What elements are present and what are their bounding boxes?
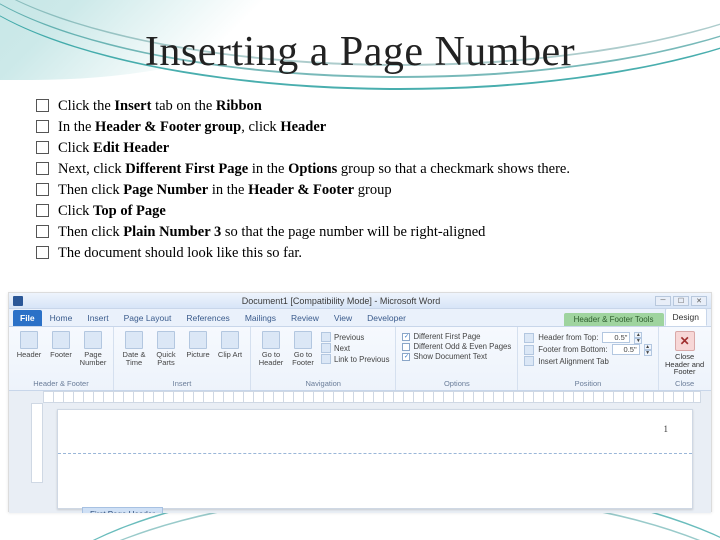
footer-button[interactable]: Footer	[47, 331, 75, 359]
header-icon	[20, 331, 38, 349]
bullet-list: Click the Insert tab on the RibbonIn the…	[36, 96, 690, 264]
goto-footer-button[interactable]: Go to Footer	[289, 331, 317, 366]
goto-footer-icon	[294, 331, 312, 349]
group-header-footer: Header Footer Page Number Header & Foote…	[9, 327, 114, 390]
header-tag: First Page Header	[82, 507, 163, 513]
maximize-button[interactable]: ☐	[673, 296, 689, 306]
bullet-item: Next, click Different First Page in the …	[36, 159, 690, 180]
tab-mailings[interactable]: Mailings	[238, 310, 283, 326]
tab-developer[interactable]: Developer	[360, 310, 413, 326]
tab-view[interactable]: View	[327, 310, 359, 326]
group-label: Options	[402, 379, 511, 388]
goto-header-icon	[262, 331, 280, 349]
close-button[interactable]: ✕	[691, 296, 707, 306]
group-label: Header & Footer	[15, 379, 107, 388]
group-position: Header from Top: 0.5" ▲▼ Footer from Bot…	[518, 327, 658, 390]
page-number-text: 1	[664, 424, 669, 434]
group-label: Close	[665, 379, 705, 388]
goto-header-button[interactable]: Go to Header	[257, 331, 285, 366]
contextual-tab-label: Header & Footer Tools	[564, 313, 664, 326]
group-label: Insert	[120, 379, 244, 388]
close-header-footer-button[interactable]: ✕ Close Header and Footer	[665, 331, 705, 376]
tab-references[interactable]: References	[179, 310, 236, 326]
group-navigation: Go to Header Go to Footer Previous Next …	[251, 327, 396, 390]
next-button[interactable]: Next	[321, 343, 389, 353]
group-options: ✓Different First Page Different Odd & Ev…	[396, 327, 518, 390]
page-number-icon	[84, 331, 102, 349]
clock-icon	[125, 331, 143, 349]
titlebar: Document1 [Compatibility Mode] - Microso…	[9, 293, 711, 309]
tab-design[interactable]: Design	[665, 308, 707, 326]
minimize-button[interactable]: ─	[655, 296, 671, 306]
quickparts-button[interactable]: Quick Parts	[152, 331, 180, 366]
clipart-icon	[221, 331, 239, 349]
footer-bottom-value[interactable]: 0.5"	[612, 344, 640, 355]
ribbon-tabs: File Home Insert Page Layout References …	[9, 309, 711, 327]
bullet-item: Click Top of Page	[36, 201, 690, 222]
datetime-button[interactable]: Date & Time	[120, 331, 148, 366]
next-icon	[321, 343, 331, 353]
footer-from-bottom-field[interactable]: Footer from Bottom: 0.5" ▲▼	[524, 344, 651, 355]
link-icon	[321, 354, 331, 364]
slide-title: Inserting a Page Number	[0, 28, 720, 76]
word-icon	[13, 296, 23, 306]
header-top-value[interactable]: 0.5"	[602, 332, 630, 343]
bullet-item: The document should look like this so fa…	[36, 243, 690, 264]
show-document-text-checkbox[interactable]: ✓Show Document Text	[402, 352, 511, 361]
group-insert: Date & Time Quick Parts Picture Clip Art…	[114, 327, 251, 390]
insert-alignment-tab-button[interactable]: Insert Alignment Tab	[524, 356, 651, 366]
page-number-button[interactable]: Page Number	[79, 331, 107, 366]
tab-home[interactable]: Home	[43, 310, 80, 326]
header-button[interactable]: Header	[15, 331, 43, 359]
bullet-item: Then click Plain Number 3 so that the pa…	[36, 222, 690, 243]
close-icon: ✕	[675, 331, 695, 351]
previous-icon	[321, 332, 331, 342]
group-label: Navigation	[257, 379, 389, 388]
word-window: Document1 [Compatibility Mode] - Microso…	[8, 292, 712, 512]
stepper[interactable]: ▲▼	[634, 332, 642, 343]
alignment-tab-icon	[524, 356, 534, 366]
tab-file[interactable]: File	[13, 310, 42, 326]
different-odd-even-checkbox[interactable]: Different Odd & Even Pages	[402, 342, 511, 351]
tab-insert[interactable]: Insert	[80, 310, 115, 326]
clipart-button[interactable]: Clip Art	[216, 331, 244, 359]
checkbox-icon: ✓	[402, 333, 410, 341]
bullet-item: In the Header & Footer group, click Head…	[36, 117, 690, 138]
vertical-ruler	[31, 403, 43, 483]
previous-button[interactable]: Previous	[321, 332, 389, 342]
bullet-item: Click Edit Header	[36, 138, 690, 159]
tab-page-layout[interactable]: Page Layout	[117, 310, 179, 326]
footer-icon	[52, 331, 70, 349]
footer-bottom-icon	[524, 345, 534, 355]
quickparts-icon	[157, 331, 175, 349]
group-close: ✕ Close Header and Footer Close	[659, 327, 711, 390]
group-label: Position	[524, 379, 651, 388]
checkbox-icon	[402, 343, 410, 351]
document-page[interactable]: 1 First Page Header	[57, 409, 693, 509]
header-zone[interactable]: 1	[58, 410, 692, 454]
ribbon: Header Footer Page Number Header & Foote…	[9, 327, 711, 391]
stepper[interactable]: ▲▼	[644, 344, 652, 355]
window-title: Document1 [Compatibility Mode] - Microso…	[27, 296, 655, 306]
checkbox-icon: ✓	[402, 353, 410, 361]
bullet-item: Then click Page Number in the Header & F…	[36, 180, 690, 201]
bullet-item: Click the Insert tab on the Ribbon	[36, 96, 690, 117]
picture-icon	[189, 331, 207, 349]
tab-review[interactable]: Review	[284, 310, 326, 326]
different-first-page-checkbox[interactable]: ✓Different First Page	[402, 332, 511, 341]
header-top-icon	[524, 333, 534, 343]
horizontal-ruler	[43, 391, 701, 403]
header-from-top-field[interactable]: Header from Top: 0.5" ▲▼	[524, 332, 651, 343]
document-area: 1 First Page Header	[9, 391, 711, 513]
picture-button[interactable]: Picture	[184, 331, 212, 359]
link-previous-button[interactable]: Link to Previous	[321, 354, 389, 364]
